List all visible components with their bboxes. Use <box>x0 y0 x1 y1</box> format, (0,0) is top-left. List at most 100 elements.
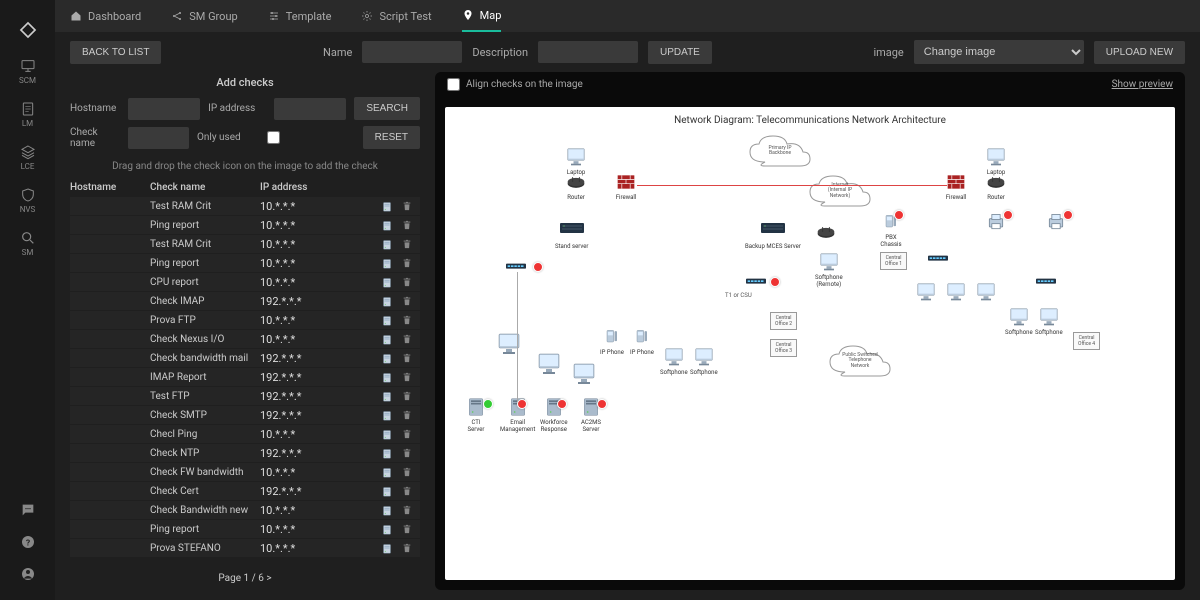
sidebar-chat[interactable] <box>0 494 55 526</box>
table-row[interactable]: Test RAM Crit10.*.*.* <box>70 235 420 253</box>
server-icon[interactable] <box>380 465 394 479</box>
device-firewall[interactable]: Firewall <box>615 172 637 201</box>
trash-icon[interactable] <box>400 446 414 460</box>
trash-icon[interactable] <box>400 294 414 308</box>
sidebar-item-lce[interactable]: LCE <box>0 136 55 179</box>
logo-icon[interactable] <box>0 10 55 50</box>
device-switch-4[interactable] <box>1035 272 1057 292</box>
table-row[interactable]: Checl Ping10.*.*.* <box>70 425 420 443</box>
device-bigpc-1[interactable] <box>495 332 523 356</box>
sidebar-item-nvs[interactable]: NVS <box>0 179 55 222</box>
server-icon[interactable] <box>380 218 394 232</box>
table-row[interactable]: Test FTP192.*.*.* <box>70 387 420 405</box>
status-dot[interactable] <box>557 399 567 409</box>
onlyused-checkbox[interactable] <box>249 131 298 144</box>
upload-button[interactable]: UPLOAD NEW <box>1094 41 1185 64</box>
device-pc-r2[interactable] <box>945 282 967 302</box>
tab-dashboard[interactable]: Dashboard <box>70 2 141 31</box>
trash-icon[interactable] <box>400 370 414 384</box>
server-icon[interactable] <box>380 522 394 536</box>
device-bigpc-3[interactable] <box>570 362 598 386</box>
status-dot[interactable] <box>770 277 780 287</box>
cloud-primary[interactable]: Primary IPBackbone <box>745 132 815 170</box>
trash-icon[interactable] <box>400 313 414 327</box>
trash-icon[interactable] <box>400 256 414 270</box>
server-icon[interactable] <box>380 199 394 213</box>
trash-icon[interactable] <box>400 199 414 213</box>
table-row[interactable]: Check Cert192.*.*.* <box>70 482 420 500</box>
table-row[interactable]: Prova FTP10.*.*.* <box>70 311 420 329</box>
device-switch-3[interactable] <box>927 249 949 269</box>
status-dot[interactable] <box>894 210 904 220</box>
checkname-input[interactable] <box>128 127 189 149</box>
server-icon[interactable] <box>380 484 394 498</box>
device-pc-r1[interactable] <box>915 282 937 302</box>
device-phone-3[interactable]: IP Phone <box>630 327 654 356</box>
sidebar-item-scm[interactable]: SCM <box>0 50 55 93</box>
server-icon[interactable] <box>380 275 394 289</box>
trash-icon[interactable] <box>400 275 414 289</box>
device-router[interactable]: Router <box>565 172 587 201</box>
server-icon[interactable] <box>380 446 394 460</box>
server-icon[interactable] <box>380 351 394 365</box>
table-row[interactable]: Ping report10.*.*.* <box>70 520 420 538</box>
check-list[interactable]: Test RAM Crit10.*.*.* Ping report10.*.*.*… <box>70 197 420 567</box>
device-switch-1[interactable] <box>505 257 527 277</box>
device-pc-b[interactable]: Softphone <box>690 347 718 376</box>
table-row[interactable]: Check Nexus I/O10.*.*.* <box>70 330 420 348</box>
table-row[interactable]: Test RAM Crit10.*.*.* <box>70 197 420 215</box>
server-icon[interactable] <box>380 237 394 251</box>
update-button[interactable]: UPDATE <box>648 41 712 64</box>
status-dot[interactable] <box>1063 210 1073 220</box>
sidebar-item-sm[interactable]: SM <box>0 222 55 265</box>
server-icon[interactable] <box>380 408 394 422</box>
cloud-pstn[interactable]: Public SwitchedTelephoneNetwork <box>825 342 895 380</box>
trash-icon[interactable] <box>400 503 414 517</box>
trash-icon[interactable] <box>400 465 414 479</box>
device-firewall-2[interactable]: Firewall <box>945 172 967 201</box>
trash-icon[interactable] <box>400 332 414 346</box>
map-canvas[interactable]: Network Diagram: Telecommunications Netw… <box>445 107 1175 580</box>
table-row[interactable]: IMAP Report192.*.*.* <box>70 368 420 386</box>
table-row[interactable]: Prova STEFANO10.*.*.* <box>70 539 420 557</box>
back-button[interactable]: BACK TO LIST <box>70 41 161 64</box>
device-phone-2[interactable]: IP Phone <box>600 327 624 356</box>
name-input[interactable] <box>362 41 462 63</box>
desc-input[interactable] <box>538 41 638 63</box>
table-row[interactable]: Check IMAP192.*.*.* <box>70 292 420 310</box>
status-dot[interactable] <box>597 399 607 409</box>
server-icon[interactable] <box>380 503 394 517</box>
status-dot[interactable] <box>483 399 493 409</box>
trash-icon[interactable] <box>400 541 414 555</box>
ip-input[interactable] <box>274 98 346 120</box>
device-rack-1[interactable]: Stand server <box>555 217 588 250</box>
trash-icon[interactable] <box>400 484 414 498</box>
device-pc-a[interactable]: Softphone <box>660 347 688 376</box>
device-switch-2[interactable] <box>745 272 767 292</box>
trash-icon[interactable] <box>400 408 414 422</box>
status-dot[interactable] <box>1003 210 1013 220</box>
trash-icon[interactable] <box>400 351 414 365</box>
pagination[interactable]: Page 1 / 6 > <box>70 567 420 590</box>
status-dot[interactable] <box>517 399 527 409</box>
device-rack-2[interactable]: Backup MCES Server <box>745 217 801 250</box>
reset-button[interactable]: RESET <box>363 126 420 149</box>
server-icon[interactable] <box>380 427 394 441</box>
server-icon[interactable] <box>380 370 394 384</box>
show-preview-link[interactable]: Show preview <box>1112 79 1173 90</box>
table-row[interactable]: Check SMTP192.*.*.* <box>70 406 420 424</box>
tab-map[interactable]: Map <box>462 1 502 32</box>
trash-icon[interactable] <box>400 427 414 441</box>
device-laptop-2[interactable]: Laptop <box>985 147 1007 176</box>
table-row[interactable]: Check Bandwidth new10.*.*.* <box>70 501 420 519</box>
table-row[interactable]: Check NTP192.*.*.* <box>70 444 420 462</box>
server-icon[interactable] <box>380 389 394 403</box>
tab-scripttest[interactable]: Script Test <box>361 2 431 31</box>
table-row[interactable]: CPU report10.*.*.* <box>70 273 420 291</box>
server-icon[interactable] <box>380 541 394 555</box>
status-dot[interactable] <box>533 262 543 272</box>
tab-template[interactable]: Template <box>268 2 332 31</box>
sidebar-account[interactable] <box>0 558 55 590</box>
search-button[interactable]: SEARCH <box>354 97 420 120</box>
image-select[interactable]: Change image <box>914 40 1084 64</box>
